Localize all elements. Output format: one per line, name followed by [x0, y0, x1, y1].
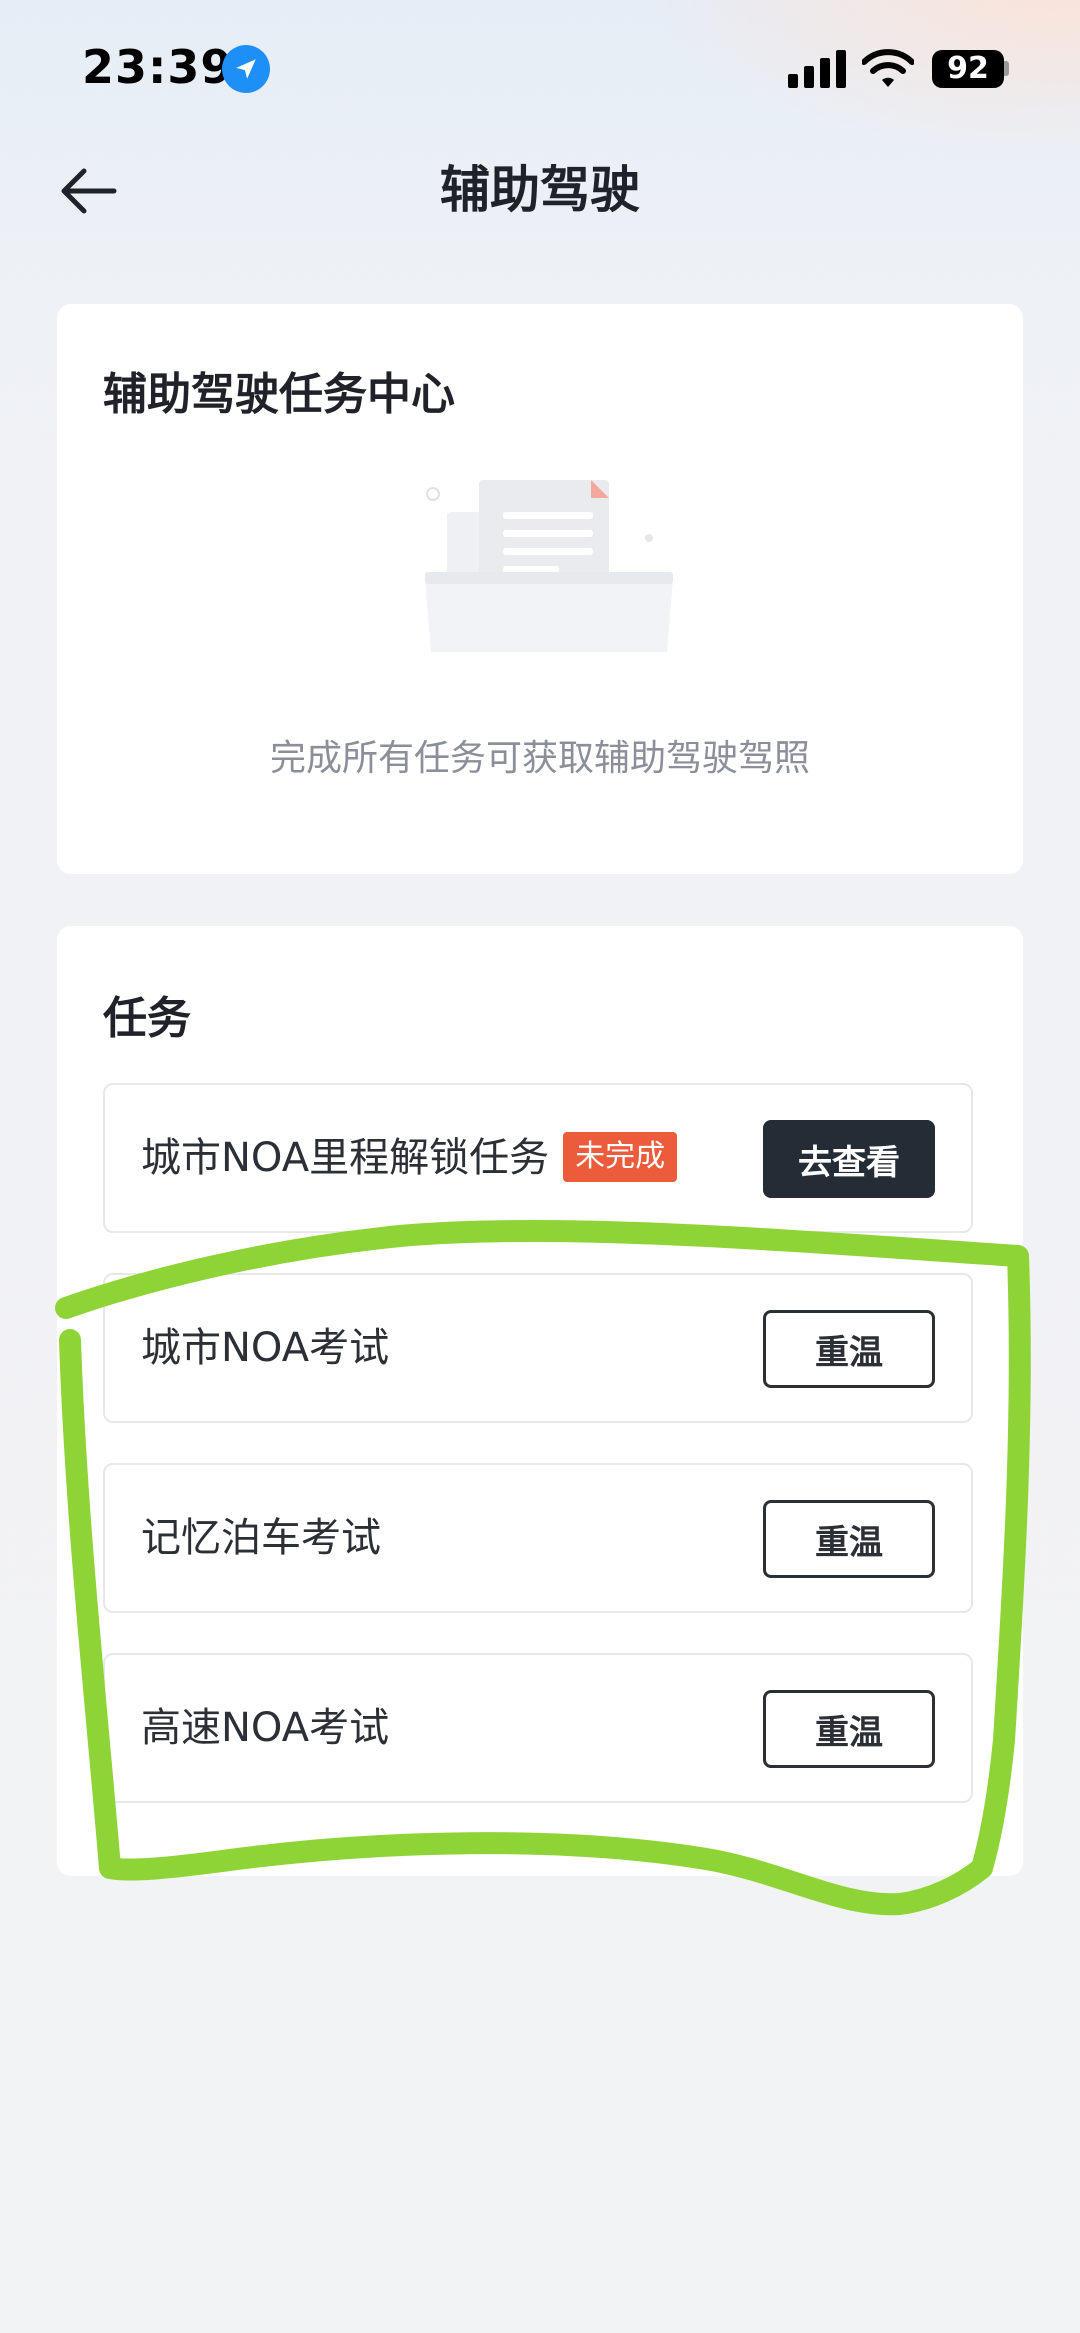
location-arrow-icon	[222, 45, 270, 93]
task-name: 记忆泊车考试	[141, 1515, 381, 1561]
empty-message: 完成所有任务可获取辅助驾驶驾照	[269, 738, 810, 779]
review-button[interactable]: 重温	[763, 1500, 935, 1578]
review-button[interactable]: 重温	[763, 1690, 935, 1768]
status-bar: 23:39 92	[0, 0, 1080, 140]
wifi-icon	[861, 48, 915, 90]
tasks-title: 任务	[103, 993, 191, 1044]
task-item-city-noa-exam: 城市NOA考试 重温	[103, 1273, 973, 1423]
task-name-text: 城市NOA里程解锁任务	[141, 1135, 550, 1181]
cellular-signal-icon	[788, 50, 846, 88]
tasks-card: 任务 城市NOA里程解锁任务 未完成 去查看 城市NOA考试 重温 记忆泊车考试 …	[57, 926, 1023, 1876]
view-button[interactable]: 去查看	[763, 1120, 935, 1198]
task-item-memory-parking-exam: 记忆泊车考试 重温	[103, 1463, 973, 1613]
battery-tip	[1004, 61, 1009, 76]
page-title: 辅助驾驶	[440, 161, 640, 219]
review-button[interactable]: 重温	[763, 1310, 935, 1388]
task-item-city-noa-mileage: 城市NOA里程解锁任务 未完成 去查看	[103, 1083, 973, 1233]
task-name: 高速NOA考试	[141, 1705, 390, 1751]
task-name: 城市NOA里程解锁任务 未完成	[141, 1085, 678, 1231]
task-name: 城市NOA考试	[141, 1325, 390, 1371]
task-center-title: 辅助驾驶任务中心	[103, 369, 455, 420]
incomplete-badge: 未完成	[563, 1132, 678, 1182]
status-time: 23:39	[82, 40, 234, 94]
task-center-card: 辅助驾驶任务中心 完成所有任务可获取辅助驾驶驾照	[57, 304, 1023, 874]
task-item-highway-noa-exam: 高速NOA考试 重温	[103, 1653, 973, 1803]
battery-icon: 92	[932, 50, 1004, 88]
empty-box-icon	[419, 472, 679, 672]
